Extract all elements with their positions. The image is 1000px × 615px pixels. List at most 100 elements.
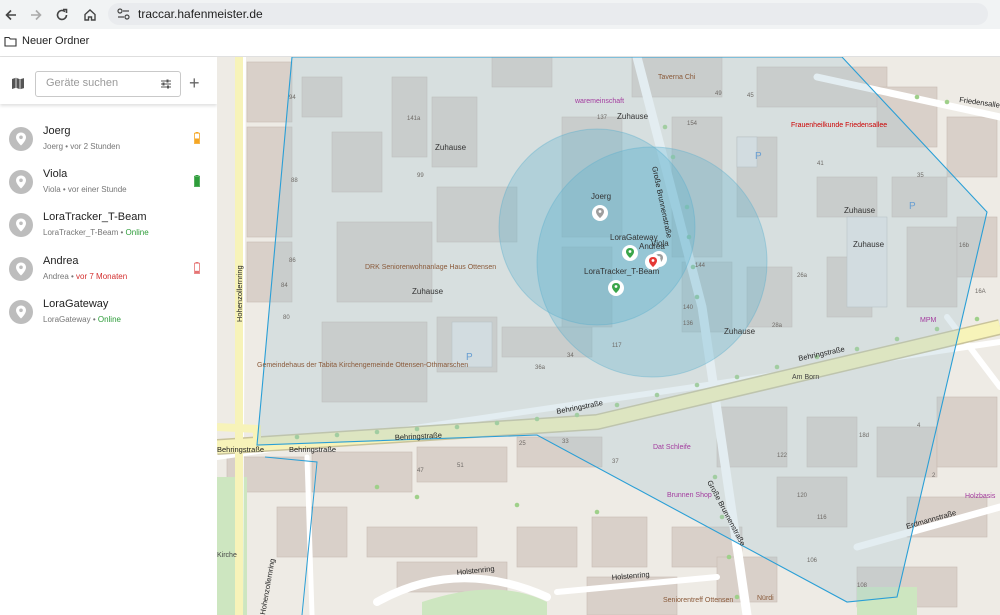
device-name: Viola: [43, 168, 68, 180]
search-toolbar: +: [0, 57, 217, 104]
zone-label: Zuhause: [724, 327, 756, 336]
poi-label: Holzbasis: [965, 493, 996, 500]
poi-label: Nürdi: [757, 595, 774, 602]
poi-label: Gemeindehaus der Tabita Kirchengemeinde …: [257, 362, 468, 369]
svg-text:45: 45: [747, 93, 754, 99]
device-name: LoraTracker_T-Beam: [43, 211, 147, 223]
device-status: Online: [125, 228, 149, 237]
reload-icon[interactable]: [51, 4, 73, 26]
bookmark-folder[interactable]: Neuer Ordner: [4, 35, 89, 47]
folder-icon: [4, 36, 17, 47]
device-name: Joerg: [43, 125, 71, 137]
battery-full-icon: [194, 175, 200, 187]
location-pin-icon: [9, 300, 33, 324]
svg-text:108: 108: [857, 583, 868, 589]
poi-label: Am Born: [792, 374, 819, 381]
device-status: Online: [97, 315, 121, 324]
svg-text:33: 33: [562, 439, 569, 445]
device-item[interactable]: Viola Viola • vor einer Stunde: [0, 162, 217, 205]
device-name: LoraGateway: [43, 298, 109, 310]
svg-text:35: 35: [917, 173, 924, 179]
location-pin-icon: [9, 213, 33, 237]
svg-text:37: 37: [612, 459, 619, 465]
battery-empty-icon: [194, 262, 200, 274]
location-pin-icon: [9, 127, 33, 151]
svg-text:41: 41: [817, 161, 824, 167]
poi-label: MPM: [920, 317, 937, 324]
device-item[interactable]: Joerg Joerg • vor 2 Stunden: [0, 119, 217, 162]
zone-label: Zuhause: [435, 143, 467, 152]
location-pin-icon: [9, 257, 33, 281]
site-settings-icon[interactable]: [117, 8, 130, 20]
poi-label: DRK Seniorenwohnanlage Haus Ottensen: [365, 264, 496, 271]
device-subtitle: LoraTracker_T-Beam • Online: [43, 228, 149, 237]
battery-low-icon: [194, 132, 200, 144]
device-item[interactable]: LoraGateway LoraGateway • Online: [0, 292, 217, 335]
device-subtitle: Viola • vor einer Stunde: [43, 185, 127, 194]
svg-text:88: 88: [291, 178, 298, 184]
svg-text:80: 80: [283, 315, 290, 321]
marker-label: Viola: [651, 239, 669, 248]
street-label: Behringstraße: [289, 445, 336, 454]
map-canvas[interactable]: P P P Behringstraße Behringstraße Behrin…: [217, 57, 1000, 615]
svg-text:49: 49: [715, 91, 722, 97]
add-device-button[interactable]: +: [189, 74, 200, 92]
svg-text:117: 117: [612, 343, 622, 349]
poi-label: Taverna Chi: [658, 74, 696, 81]
svg-text:34: 34: [567, 353, 574, 359]
map-icon[interactable]: [11, 77, 25, 90]
url-text: traccar.hafenmeister.de: [138, 7, 263, 21]
svg-text:144: 144: [695, 263, 706, 269]
svg-text:120: 120: [797, 493, 808, 499]
svg-text:154: 154: [687, 121, 698, 127]
svg-text:136: 136: [683, 321, 694, 327]
device-status: vor einer Stunde: [67, 185, 127, 194]
svg-text:36a: 36a: [535, 365, 546, 371]
street-label: Behringstraße: [217, 445, 264, 454]
svg-text:84: 84: [281, 283, 288, 289]
svg-text:18d: 18d: [859, 433, 869, 439]
device-status: vor 7 Monaten: [76, 272, 128, 281]
zone-label: Zuhause: [844, 206, 876, 215]
svg-text:141a: 141a: [407, 116, 421, 122]
poi-label: waremeinschaft: [574, 98, 624, 105]
home-icon[interactable]: [79, 4, 101, 26]
address-bar[interactable]: traccar.hafenmeister.de: [108, 3, 988, 25]
device-item[interactable]: LoraTracker_T-Beam LoraTracker_T-Beam • …: [0, 205, 217, 248]
svg-text:94: 94: [289, 95, 296, 101]
svg-text:25: 25: [519, 441, 526, 447]
svg-text:16b: 16b: [959, 243, 970, 249]
map-view[interactable]: P P P Behringstraße Behringstraße Behrin…: [217, 57, 1000, 615]
filter-icon[interactable]: [160, 78, 172, 90]
forward-arrow-icon[interactable]: [25, 4, 47, 26]
browser-toolbar: traccar.hafenmeister.de: [0, 0, 1000, 29]
search-input[interactable]: [44, 76, 158, 90]
marker-loragateway[interactable]: [622, 245, 638, 261]
device-subtitle: Joerg • vor 2 Stunden: [43, 142, 121, 151]
marker-loratracker[interactable]: [608, 280, 624, 296]
device-item[interactable]: Andrea Andrea • vor 7 Monaten: [0, 249, 217, 292]
marker-label: Joerg: [591, 192, 611, 201]
location-pin-icon: [9, 170, 33, 194]
svg-text:116: 116: [817, 515, 827, 521]
back-arrow-icon[interactable]: [0, 4, 22, 26]
svg-text:106: 106: [807, 558, 818, 564]
svg-text:47: 47: [417, 468, 424, 474]
marker-joerg[interactable]: [592, 205, 608, 221]
street-label: Hohenzollernring: [235, 265, 244, 322]
poi-label: Dat Schleife: [653, 444, 691, 451]
zone-label: Zuhause: [617, 112, 649, 121]
svg-text:99: 99: [417, 173, 424, 179]
device-name: Andrea: [43, 255, 79, 267]
search-field[interactable]: [35, 71, 181, 97]
bookmarks-bar: Neuer Ordner: [0, 29, 1000, 57]
svg-text:28a: 28a: [772, 323, 783, 329]
poi-label: Seniorentreff Ottensen: [663, 597, 733, 604]
marker-label: LoraTracker_T-Beam: [584, 267, 660, 276]
poi-label: Kirche: [217, 552, 237, 559]
svg-text:137: 137: [597, 115, 608, 121]
device-subtitle: LoraGateway • Online: [43, 315, 121, 324]
svg-text:16A: 16A: [975, 289, 986, 295]
device-status: vor 2 Stunden: [70, 142, 121, 151]
svg-text:86: 86: [289, 258, 296, 264]
